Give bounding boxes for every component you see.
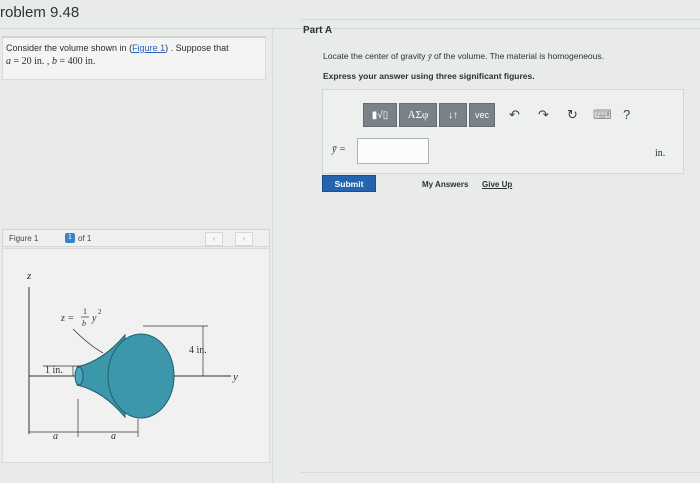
problem-statement: Consider the volume shown in (Figure 1) … [2, 36, 266, 80]
dim-1in-label: 1 in. [45, 365, 63, 376]
figure-diagram: z y z = 1 b y 2 4 in. 1 in. a a [26, 270, 238, 442]
equation-denominator: b [82, 319, 86, 328]
templates-button[interactable]: ▮√▯ [363, 103, 397, 127]
end-disk [107, 333, 175, 419]
math-toolbar: ▮√▯ ΑΣφ ↓↑ vec ↶ ↷ ↻ ⌨ ? [363, 103, 643, 129]
vector-button[interactable]: vec [469, 103, 495, 127]
top-divider [0, 28, 700, 29]
figure-area: z y z = 1 b y 2 4 in. 1 in. a a [2, 248, 270, 463]
a-value: = 20 in. , [11, 56, 50, 67]
part-divider [300, 19, 700, 20]
answer-input[interactable] [357, 138, 429, 164]
figure-label: Figure 1 [9, 234, 39, 243]
figure-next-button[interactable]: › [235, 232, 253, 246]
bottom-divider [300, 472, 700, 473]
undo-icon[interactable]: ↶ [509, 107, 520, 123]
figure-link[interactable]: Figure 1 [132, 43, 165, 53]
equation-lhs: z = [60, 313, 74, 324]
figure-selector[interactable]: 1 [65, 233, 75, 243]
instruction-text: Locate the center of gravity ȳ of the vo… [323, 51, 604, 61]
give-up-link[interactable]: Give Up [482, 180, 512, 189]
dim-4in-label: 4 in. [189, 345, 207, 356]
statement-text-before: Consider the volume shown in ( [6, 43, 133, 53]
greek-symbols-button[interactable]: ΑΣφ [399, 103, 437, 127]
dim-a-right-label: a [111, 431, 116, 442]
equation-variable: y [91, 313, 97, 324]
answer-unit: in. [655, 148, 666, 159]
z-axis-label: z [26, 270, 32, 282]
b-value: = 400 in. [56, 56, 96, 67]
equation-leader [72, 328, 104, 354]
sort-button[interactable]: ↓↑ [439, 103, 467, 127]
help-icon[interactable]: ? [623, 107, 630, 122]
figure-prev-button[interactable]: ‹ [205, 232, 223, 246]
redo-icon[interactable]: ↷ [538, 107, 549, 123]
problem-title: roblem 9.48 [0, 4, 80, 21]
equation-exponent: 2 [98, 308, 102, 316]
reset-icon[interactable]: ↻ [567, 107, 578, 123]
precision-instruction: Express your answer using three signific… [323, 71, 535, 81]
equation-numerator: 1 [83, 307, 87, 316]
figure-count: of 1 [78, 234, 92, 243]
answer-label: ȳ = [332, 144, 346, 155]
submit-button[interactable]: Submit [322, 175, 376, 192]
statement-text-after: ) . Suppose that [165, 43, 229, 53]
keyboard-icon[interactable]: ⌨ [593, 107, 612, 123]
figure-header: Figure 1 1 of 1 ‹ › [2, 229, 270, 247]
small-end-disk [74, 366, 84, 386]
instruction-before: Locate the center of gravity [323, 51, 428, 61]
instruction-after: of the volume. The material is homogeneo… [431, 51, 604, 61]
y-axis-label: y [232, 371, 238, 383]
my-answers-link[interactable]: My Answers [422, 180, 468, 189]
dim-a-left-label: a [53, 431, 58, 442]
part-title: Part A [303, 25, 333, 36]
